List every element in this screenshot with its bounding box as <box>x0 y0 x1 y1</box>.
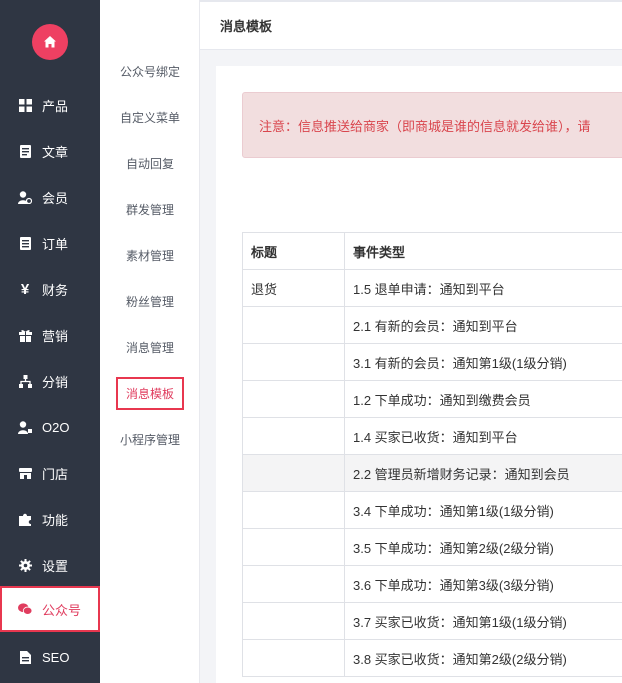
submenu-item-messages[interactable]: 消息管理 <box>100 324 200 370</box>
cell-title <box>242 565 345 603</box>
cell-title <box>242 417 345 455</box>
order-icon <box>18 236 32 250</box>
cell-title <box>242 380 345 418</box>
table-row[interactable]: 3.6 下单成功：通知第3级(3级分销) <box>242 565 622 603</box>
submenu-item-mini-program[interactable]: 小程序管理 <box>100 416 200 462</box>
table-row[interactable]: 1.4 买家已收货：通知到平台 <box>242 417 622 455</box>
main-sidebar: 产品 文章 会员 订单 ¥ 财务 营销 分销 O2O 门店 功能 设置 公众号 … <box>0 0 100 683</box>
cell-event-type: 2.1 有新的会员：通知到平台 <box>344 306 622 344</box>
nav-item-label: O2O <box>42 419 70 435</box>
nav-item-member[interactable]: 会员 <box>0 174 100 220</box>
cell-event-type: 1.2 下单成功：通知到缴费会员 <box>344 380 622 418</box>
table-row[interactable]: 3.5 下单成功：通知第2级(2级分销) <box>242 528 622 566</box>
wechat-icon <box>18 602 32 616</box>
template-table: 标题 事件类型 退货 1.5 退单申请：通知到平台 2.1 有新的会员：通知到平台… <box>242 232 622 677</box>
store-icon <box>18 466 32 480</box>
cell-title <box>242 306 345 344</box>
table-row[interactable]: 2.1 有新的会员：通知到平台 <box>242 306 622 344</box>
nav-item-marketing[interactable]: 营销 <box>0 312 100 358</box>
cell-event-type: 3.6 下单成功：通知第3级(3级分销) <box>344 565 622 603</box>
cell-event-type: 2.2 管理员新增财务记录：通知到会员 <box>344 454 622 492</box>
cell-event-type: 1.5 退单申请：通知到平台 <box>344 269 622 307</box>
nav-item-label: 分销 <box>42 374 69 390</box>
table-row[interactable]: 2.2 管理员新增财务记录：通知到会员 <box>242 454 622 492</box>
secondary-menu: 公众号绑定 自定义菜单 自动回复 群发管理 素材管理 粉丝管理 消息管理 消息模… <box>100 0 200 683</box>
nav-item-store[interactable]: 门店 <box>0 450 100 496</box>
table-row[interactable]: 1.2 下单成功：通知到缴费会员 <box>242 380 622 418</box>
table-row[interactable]: 3.4 下单成功：通知第1级(1级分销) <box>242 491 622 529</box>
nav-item-product[interactable]: 产品 <box>0 82 100 128</box>
gear-icon <box>18 558 32 572</box>
nav-item-label: 公众号 <box>42 602 82 618</box>
cell-event-type: 3.1 有新的会员：通知第1级(1级分销) <box>344 343 622 381</box>
nav-item-label: 订单 <box>42 236 69 252</box>
submenu-item-material[interactable]: 素材管理 <box>100 232 200 278</box>
cell-event-type: 3.4 下单成功：通知第1级(1级分销) <box>344 491 622 529</box>
grid-icon <box>18 98 32 112</box>
nav-item-label: 财务 <box>42 282 69 298</box>
seo-icon <box>18 650 32 664</box>
table-row[interactable]: 3.8 买家已收货：通知第2级(2级分销) <box>242 639 622 677</box>
nav-item-distribution[interactable]: 分销 <box>0 358 100 404</box>
nav-item-finance[interactable]: ¥ 财务 <box>0 266 100 312</box>
cell-title <box>242 343 345 381</box>
nav-item-label: 设置 <box>42 558 69 574</box>
table-header-row: 标题 事件类型 <box>242 232 622 270</box>
nav-item-label: 会员 <box>42 190 69 206</box>
home-button[interactable] <box>32 24 68 60</box>
cell-event-type: 3.5 下单成功：通知第2级(2级分销) <box>344 528 622 566</box>
nav-item-settings[interactable]: 设置 <box>0 542 100 588</box>
cell-title <box>242 602 345 640</box>
home-icon <box>44 36 56 48</box>
notice-alert: 注意：信息推送给商家（即商城是谁的信息就发给谁），请 <box>242 92 622 158</box>
submenu-item-custom-menu[interactable]: 自定义菜单 <box>100 94 200 140</box>
table-row[interactable]: 3.7 买家已收货：通知第1级(1级分销) <box>242 602 622 640</box>
submenu-item-message-template[interactable]: 消息模板 <box>100 370 200 416</box>
nav-item-label: 营销 <box>42 328 69 344</box>
nav-item-function[interactable]: 功能 <box>0 496 100 542</box>
cell-title <box>242 491 345 529</box>
cell-title <box>242 454 345 492</box>
nav-item-label: 功能 <box>42 512 69 528</box>
cell-title <box>242 528 345 566</box>
nav-item-order[interactable]: 订单 <box>0 220 100 266</box>
cell-event-type: 3.8 买家已收货：通知第2级(2级分销) <box>344 639 622 677</box>
page-title: 消息模板 <box>220 19 273 34</box>
network-icon <box>18 374 32 388</box>
cell-title <box>242 639 345 677</box>
nav-item-label: 门店 <box>42 466 69 482</box>
cell-title: 退货 <box>242 269 345 307</box>
notice-text: 注意：信息推送给商家（即商城是谁的信息就发给谁），请 <box>259 118 591 134</box>
submenu-item-broadcast[interactable]: 群发管理 <box>100 186 200 232</box>
cell-event-type: 1.4 买家已收货：通知到平台 <box>344 417 622 455</box>
yen-icon: ¥ <box>20 280 30 298</box>
member-icon <box>18 190 32 204</box>
app-root: 产品 文章 会员 订单 ¥ 财务 营销 分销 O2O 门店 功能 设置 公众号 … <box>0 0 622 683</box>
submenu-item-fans[interactable]: 粉丝管理 <box>100 278 200 324</box>
page-header: 消息模板 <box>200 0 622 50</box>
content-panel: 注意：信息推送给商家（即商城是谁的信息就发给谁），请 标题 事件类型 退货 1.5… <box>216 66 622 683</box>
column-header-event-type: 事件类型 <box>344 232 622 270</box>
nav-item-label: 产品 <box>42 98 69 114</box>
table-row[interactable]: 3.1 有新的会员：通知第1级(1级分销) <box>242 343 622 381</box>
puzzle-icon <box>18 512 32 526</box>
nav-item-label: 文章 <box>42 144 69 160</box>
submenu-item-bind[interactable]: 公众号绑定 <box>100 48 200 94</box>
cell-event-type: 3.7 买家已收货：通知第1级(1级分销) <box>344 602 622 640</box>
o2o-icon <box>18 420 32 434</box>
submenu-item-auto-reply[interactable]: 自动回复 <box>100 140 200 186</box>
nav-item-wechat[interactable]: 公众号 <box>0 586 100 632</box>
nav-item-seo[interactable]: SEO <box>0 634 100 680</box>
gift-icon <box>18 328 32 342</box>
table-row[interactable]: 退货 1.5 退单申请：通知到平台 <box>242 269 622 307</box>
column-header-title: 标题 <box>242 232 345 270</box>
nav-item-label: SEO <box>42 649 70 665</box>
nav-item-article[interactable]: 文章 <box>0 128 100 174</box>
document-icon <box>18 144 32 158</box>
nav-item-o2o[interactable]: O2O <box>0 404 100 450</box>
